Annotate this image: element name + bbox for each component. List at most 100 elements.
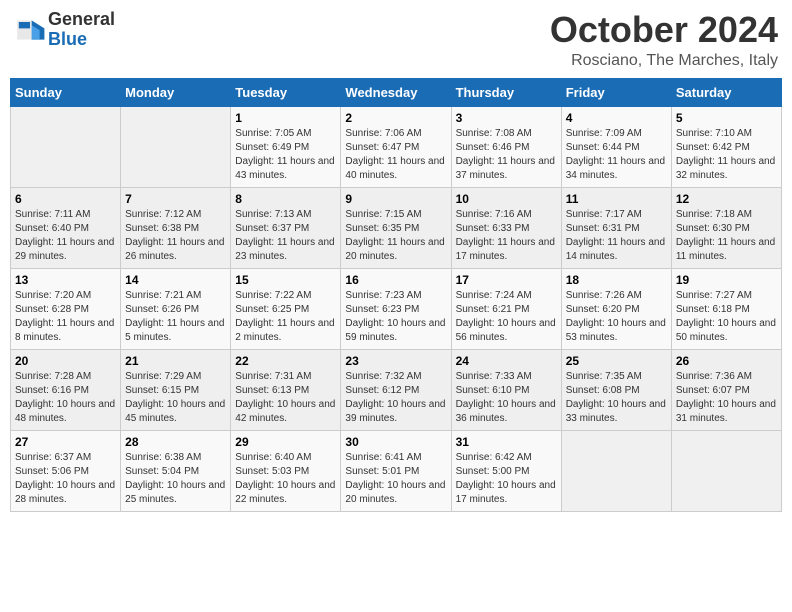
day-number: 6 xyxy=(15,192,116,206)
calendar-cell: 15Sunrise: 7:22 AM Sunset: 6:25 PM Dayli… xyxy=(231,268,341,349)
header-day-monday: Monday xyxy=(121,78,231,106)
calendar-cell: 20 Sunrise: 7:28 AM Sunset: 6:16 PM Dayli… xyxy=(11,349,121,430)
calendar-cell: 13 Sunrise: 7:20 AM Sunset: 6:28 PM Dayli… xyxy=(11,268,121,349)
day-detail: Sunrise: 7:23 AM Sunset: 6:23 PM Dayligh… xyxy=(345,289,446,345)
day-number: 9 xyxy=(345,192,446,206)
day-detail: Sunrise: 7:16 AM Sunset: 6:33 PM Dayligh… xyxy=(456,208,557,264)
day-detail: Sunrise: 7:36 AM Sunset: 6:07 PM Dayligh… xyxy=(676,370,777,426)
calendar-cell: 10 Sunrise: 7:16 AM Sunset: 6:33 PM Dayli… xyxy=(451,187,561,268)
day-number: 16 xyxy=(345,273,446,287)
day-number: 7 xyxy=(125,192,226,206)
day-number: 19 xyxy=(676,273,777,287)
calendar-cell: 31 Sunrise: 6:42 AM Sunset: 5:00 PM Dayli… xyxy=(451,430,561,511)
day-number: 20 xyxy=(15,354,116,368)
header-row: SundayMondayTuesdayWednesdayThursdayFrid… xyxy=(11,78,782,106)
day-number: 10 xyxy=(456,192,557,206)
calendar-cell xyxy=(121,106,231,187)
calendar-cell: 3Sunrise: 7:08 AM Sunset: 6:46 PM Daylig… xyxy=(451,106,561,187)
week-row-5: 27 Sunrise: 6:37 AM Sunset: 5:06 PM Dayli… xyxy=(11,430,782,511)
calendar-cell: 29Sunrise: 6:40 AM Sunset: 5:03 PM Dayli… xyxy=(231,430,341,511)
day-number: 14 xyxy=(125,273,226,287)
header-day-wednesday: Wednesday xyxy=(341,78,451,106)
day-detail: Sunrise: 7:20 AM Sunset: 6:28 PM Dayligh… xyxy=(15,289,116,345)
day-detail: Sunrise: 7:31 AM Sunset: 6:13 PM Dayligh… xyxy=(235,370,336,426)
calendar-cell: 4Sunrise: 7:09 AM Sunset: 6:44 PM Daylig… xyxy=(561,106,671,187)
calendar-cell: 28 Sunrise: 6:38 AM Sunset: 5:04 PM Dayli… xyxy=(121,430,231,511)
logo-text-line2: Blue xyxy=(48,30,115,50)
day-number: 29 xyxy=(235,435,336,449)
day-number: 27 xyxy=(15,435,116,449)
day-detail: Sunrise: 7:10 AM Sunset: 6:42 PM Dayligh… xyxy=(676,127,777,183)
calendar-cell: 24 Sunrise: 7:33 AM Sunset: 6:10 PM Dayli… xyxy=(451,349,561,430)
day-number: 5 xyxy=(676,111,777,125)
header-day-thursday: Thursday xyxy=(451,78,561,106)
day-detail: Sunrise: 7:27 AM Sunset: 6:18 PM Dayligh… xyxy=(676,289,777,345)
day-detail: Sunrise: 7:11 AM Sunset: 6:40 PM Dayligh… xyxy=(15,208,116,264)
logo-icon xyxy=(14,14,46,46)
day-detail: Sunrise: 7:17 AM Sunset: 6:31 PM Dayligh… xyxy=(566,208,667,264)
calendar-cell: 6 Sunrise: 7:11 AM Sunset: 6:40 PM Daylig… xyxy=(11,187,121,268)
calendar-cell: 12Sunrise: 7:18 AM Sunset: 6:30 PM Dayli… xyxy=(671,187,781,268)
calendar-cell: 22 Sunrise: 7:31 AM Sunset: 6:13 PM Dayli… xyxy=(231,349,341,430)
calendar-cell: 27 Sunrise: 6:37 AM Sunset: 5:06 PM Dayli… xyxy=(11,430,121,511)
calendar-cell: 25Sunrise: 7:35 AM Sunset: 6:08 PM Dayli… xyxy=(561,349,671,430)
day-detail: Sunrise: 7:24 AM Sunset: 6:21 PM Dayligh… xyxy=(456,289,557,345)
main-title: October 2024 xyxy=(550,10,778,50)
day-detail: Sunrise: 7:09 AM Sunset: 6:44 PM Dayligh… xyxy=(566,127,667,183)
calendar-cell: 1 Sunrise: 7:05 AM Sunset: 6:49 PM Daylig… xyxy=(231,106,341,187)
day-detail: Sunrise: 7:13 AM Sunset: 6:37 PM Dayligh… xyxy=(235,208,336,264)
calendar-cell: 26 Sunrise: 7:36 AM Sunset: 6:07 PM Dayli… xyxy=(671,349,781,430)
header-day-friday: Friday xyxy=(561,78,671,106)
week-row-1: 1 Sunrise: 7:05 AM Sunset: 6:49 PM Daylig… xyxy=(11,106,782,187)
day-detail: Sunrise: 7:08 AM Sunset: 6:46 PM Dayligh… xyxy=(456,127,557,183)
calendar-cell: 18 Sunrise: 7:26 AM Sunset: 6:20 PM Dayli… xyxy=(561,268,671,349)
day-detail: Sunrise: 6:42 AM Sunset: 5:00 PM Dayligh… xyxy=(456,451,557,507)
calendar-cell: 16 Sunrise: 7:23 AM Sunset: 6:23 PM Dayli… xyxy=(341,268,451,349)
calendar-cell: 17 Sunrise: 7:24 AM Sunset: 6:21 PM Dayli… xyxy=(451,268,561,349)
title-block: October 2024 Rosciano, The Marches, Ital… xyxy=(550,10,778,70)
header-day-sunday: Sunday xyxy=(11,78,121,106)
subtitle: Rosciano, The Marches, Italy xyxy=(550,52,778,70)
day-detail: Sunrise: 7:26 AM Sunset: 6:20 PM Dayligh… xyxy=(566,289,667,345)
day-number: 28 xyxy=(125,435,226,449)
calendar-cell xyxy=(561,430,671,511)
day-detail: Sunrise: 6:37 AM Sunset: 5:06 PM Dayligh… xyxy=(15,451,116,507)
day-detail: Sunrise: 6:38 AM Sunset: 5:04 PM Dayligh… xyxy=(125,451,226,507)
calendar-cell: 11Sunrise: 7:17 AM Sunset: 6:31 PM Dayli… xyxy=(561,187,671,268)
calendar-cell xyxy=(11,106,121,187)
day-detail: Sunrise: 6:41 AM Sunset: 5:01 PM Dayligh… xyxy=(345,451,446,507)
day-detail: Sunrise: 7:05 AM Sunset: 6:49 PM Dayligh… xyxy=(235,127,336,183)
header-day-saturday: Saturday xyxy=(671,78,781,106)
day-detail: Sunrise: 7:21 AM Sunset: 6:26 PM Dayligh… xyxy=(125,289,226,345)
header-day-tuesday: Tuesday xyxy=(231,78,341,106)
calendar-cell: 23Sunrise: 7:32 AM Sunset: 6:12 PM Dayli… xyxy=(341,349,451,430)
week-row-2: 6 Sunrise: 7:11 AM Sunset: 6:40 PM Daylig… xyxy=(11,187,782,268)
page-header: General Blue October 2024 Rosciano, The … xyxy=(10,10,782,70)
day-number: 18 xyxy=(566,273,667,287)
day-number: 13 xyxy=(15,273,116,287)
day-number: 30 xyxy=(345,435,446,449)
calendar-cell: 8Sunrise: 7:13 AM Sunset: 6:37 PM Daylig… xyxy=(231,187,341,268)
week-row-3: 13 Sunrise: 7:20 AM Sunset: 6:28 PM Dayli… xyxy=(11,268,782,349)
day-detail: Sunrise: 7:15 AM Sunset: 6:35 PM Dayligh… xyxy=(345,208,446,264)
day-detail: Sunrise: 7:33 AM Sunset: 6:10 PM Dayligh… xyxy=(456,370,557,426)
logo-text-line1: General xyxy=(48,10,115,30)
calendar-cell: 19 Sunrise: 7:27 AM Sunset: 6:18 PM Dayli… xyxy=(671,268,781,349)
day-number: 2 xyxy=(345,111,446,125)
day-number: 31 xyxy=(456,435,557,449)
day-number: 23 xyxy=(345,354,446,368)
logo: General Blue xyxy=(14,10,115,50)
day-detail: Sunrise: 7:28 AM Sunset: 6:16 PM Dayligh… xyxy=(15,370,116,426)
day-number: 26 xyxy=(676,354,777,368)
day-number: 17 xyxy=(456,273,557,287)
day-number: 1 xyxy=(235,111,336,125)
day-detail: Sunrise: 7:12 AM Sunset: 6:38 PM Dayligh… xyxy=(125,208,226,264)
day-detail: Sunrise: 7:18 AM Sunset: 6:30 PM Dayligh… xyxy=(676,208,777,264)
day-detail: Sunrise: 7:06 AM Sunset: 6:47 PM Dayligh… xyxy=(345,127,446,183)
day-number: 24 xyxy=(456,354,557,368)
calendar-table: SundayMondayTuesdayWednesdayThursdayFrid… xyxy=(10,78,782,512)
calendar-body: 1 Sunrise: 7:05 AM Sunset: 6:49 PM Daylig… xyxy=(11,106,782,511)
calendar-cell: 2 Sunrise: 7:06 AM Sunset: 6:47 PM Daylig… xyxy=(341,106,451,187)
day-number: 21 xyxy=(125,354,226,368)
day-number: 22 xyxy=(235,354,336,368)
